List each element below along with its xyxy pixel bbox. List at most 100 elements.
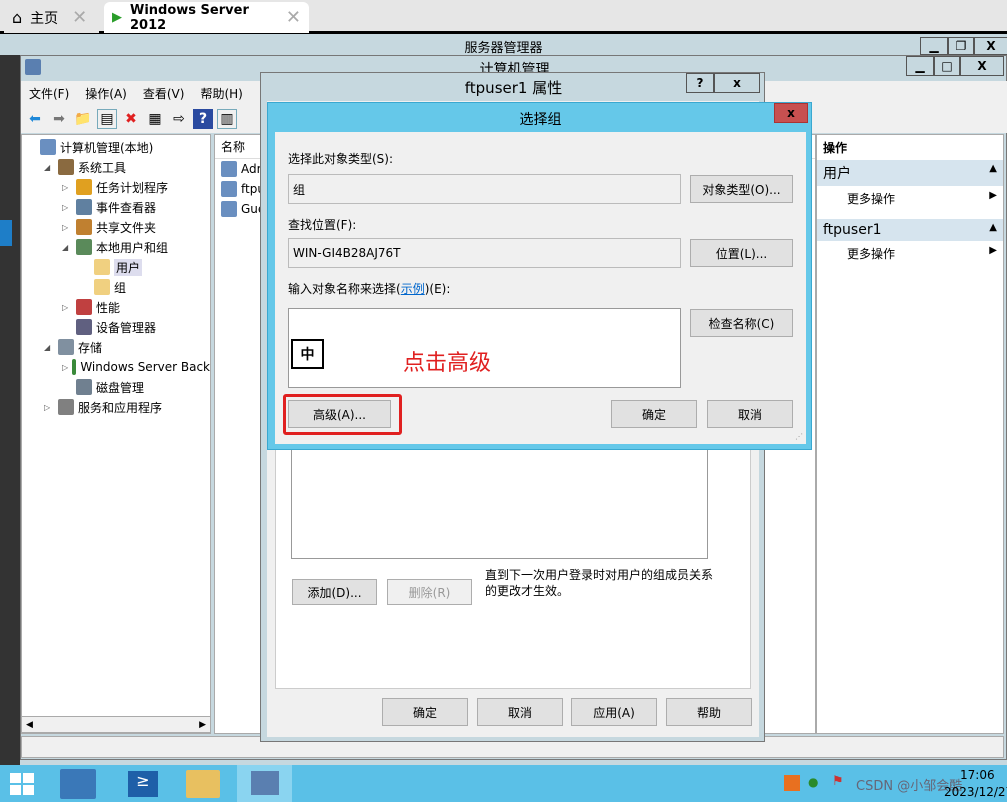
- user-icon: [221, 201, 237, 217]
- clock-time[interactable]: 17:06: [960, 768, 995, 782]
- action-center-flag-icon[interactable]: ⚑: [832, 774, 844, 789]
- more-actions[interactable]: 更多操作 ▶: [817, 186, 1003, 211]
- tree-node-icon: [76, 379, 92, 395]
- expand-icon[interactable]: ◢: [62, 243, 72, 252]
- actions-group-users[interactable]: 用户 ▲: [817, 160, 1003, 186]
- tree-node-icon: [76, 319, 92, 335]
- close-icon[interactable]: ✕: [286, 7, 301, 28]
- maximize-button[interactable]: □: [934, 56, 960, 76]
- cancel-button[interactable]: 取消: [707, 400, 793, 428]
- annotation-text: 点击高级: [403, 351, 492, 376]
- home-icon: ⌂: [12, 8, 23, 27]
- expand-icon[interactable]: ▷: [62, 303, 72, 312]
- expand-icon[interactable]: ▷: [62, 203, 72, 212]
- tree-node-icon: [72, 359, 77, 375]
- location-label: 查找位置(F):: [288, 218, 357, 232]
- minimize-button[interactable]: ▁: [906, 56, 934, 76]
- close-button[interactable]: x: [714, 73, 760, 93]
- menu-action[interactable]: 操作(A): [85, 85, 127, 102]
- tree-item[interactable]: 计算机管理(本地): [22, 137, 210, 157]
- apply-button[interactable]: 应用(A): [571, 698, 657, 726]
- tab-windows-server[interactable]: ▶ Windows Server 2012 ✕: [104, 2, 309, 33]
- close-button[interactable]: x: [774, 103, 808, 123]
- delete-icon[interactable]: ✖: [121, 109, 141, 129]
- network-icon[interactable]: ●: [808, 775, 818, 789]
- remove-button[interactable]: 删除(R): [387, 579, 472, 605]
- close-icon[interactable]: ✕: [72, 7, 87, 28]
- object-types-button[interactable]: 对象类型(O)...: [690, 175, 793, 203]
- expand-icon[interactable]: ▷: [44, 403, 54, 412]
- forward-icon[interactable]: ➡: [49, 109, 69, 129]
- tree-node-icon: [76, 219, 92, 235]
- minimize-button[interactable]: ▁: [920, 37, 948, 55]
- member-of-list[interactable]: [291, 431, 708, 559]
- tree-node-icon: [94, 259, 110, 275]
- export-icon[interactable]: ⇨: [169, 109, 189, 129]
- start-button[interactable]: [10, 773, 34, 795]
- tab-home[interactable]: ⌂ 主页 ✕: [4, 2, 99, 33]
- tree-item[interactable]: ◢ 系统工具: [22, 157, 210, 177]
- tree-item[interactable]: ▷ 任务计划程序: [22, 177, 210, 197]
- tree-node-icon: [40, 139, 56, 155]
- tree-item[interactable]: ▷ Windows Server Back: [22, 357, 210, 377]
- tree-item[interactable]: 组: [22, 277, 210, 297]
- tree-item[interactable]: ◢ 本地用户和组: [22, 237, 210, 257]
- tree-item[interactable]: 磁盘管理: [22, 377, 210, 397]
- more-actions[interactable]: 更多操作 ▶: [817, 241, 1003, 266]
- action-pane-icon[interactable]: ▥: [217, 109, 237, 129]
- file-explorer-icon[interactable]: [186, 770, 220, 798]
- navigation-tree: 计算机管理(本地) ◢ 系统工具 ▷ 任务计划程序 ▷ 事件查看器 ▷ 共享文件夹 ◢ 本地用户和组…: [21, 134, 211, 734]
- close-button[interactable]: X: [960, 56, 1004, 76]
- cancel-button[interactable]: 取消: [477, 698, 563, 726]
- tree-node-icon: [76, 179, 92, 195]
- powershell-icon[interactable]: ≥: [128, 771, 158, 797]
- tree-node-icon: [58, 399, 74, 415]
- tree-item[interactable]: ▷ 共享文件夹: [22, 217, 210, 237]
- tree-item[interactable]: ▷ 服务和应用程序: [22, 397, 210, 417]
- menu-view[interactable]: 查看(V): [143, 85, 185, 102]
- properties-icon[interactable]: ▦: [145, 109, 165, 129]
- ok-button[interactable]: 确定: [611, 400, 697, 428]
- menu-file[interactable]: 文件(F): [29, 85, 69, 102]
- add-button[interactable]: 添加(D)...: [292, 579, 377, 605]
- tree-item[interactable]: ▷ 性能: [22, 297, 210, 317]
- tree-node-icon: [58, 339, 74, 355]
- examples-link[interactable]: 示例: [401, 282, 425, 296]
- help-icon[interactable]: ?: [193, 109, 213, 129]
- expand-icon[interactable]: ▷: [62, 223, 72, 232]
- actions-pane: 操作 用户 ▲ 更多操作 ▶ ftpuser1 ▲ 更多操作 ▶: [816, 134, 1004, 734]
- advanced-button[interactable]: 高级(A)...: [288, 400, 391, 428]
- show-tree-icon[interactable]: ▤: [97, 109, 117, 129]
- tray-icon[interactable]: [784, 775, 800, 791]
- expand-icon[interactable]: ◢: [44, 163, 54, 172]
- help-button[interactable]: ?: [686, 73, 714, 93]
- expand-icon[interactable]: ▷: [62, 183, 72, 192]
- tree-item[interactable]: 用户: [22, 257, 210, 277]
- up-folder-icon[interactable]: 📁: [73, 109, 93, 129]
- server-manager-controls: ▁ ❐ X: [920, 37, 1007, 55]
- restore-button[interactable]: ❐: [948, 37, 974, 55]
- back-icon[interactable]: ⬅: [25, 109, 45, 129]
- close-button[interactable]: X: [974, 37, 1007, 55]
- tree-item[interactable]: ▷ 事件查看器: [22, 197, 210, 217]
- clock-date[interactable]: 2023/12/27: [944, 785, 1007, 799]
- tree-item[interactable]: ◢ 存储: [22, 337, 210, 357]
- help-button[interactable]: 帮助: [666, 698, 752, 726]
- expand-icon[interactable]: ▷: [62, 363, 68, 372]
- computer-management-taskbar-icon[interactable]: [237, 765, 292, 802]
- menu-help[interactable]: 帮助(H): [200, 85, 242, 102]
- tree-node-icon: [76, 239, 92, 255]
- actions-group-ftpuser1[interactable]: ftpuser1 ▲: [817, 219, 1003, 241]
- tree-node-icon: [58, 159, 74, 175]
- dialog-title: 选择组: [519, 112, 562, 128]
- resize-grip[interactable]: ⋰: [795, 432, 803, 441]
- ok-button[interactable]: 确定: [382, 698, 468, 726]
- tree-item[interactable]: 设备管理器: [22, 317, 210, 337]
- user-icon: [221, 181, 237, 197]
- horizontal-scrollbar[interactable]: ◀ ▶: [21, 716, 211, 733]
- expand-icon[interactable]: ◢: [44, 343, 54, 352]
- object-type-label: 选择此对象类型(S):: [288, 152, 394, 166]
- check-names-button[interactable]: 检查名称(C): [690, 309, 793, 337]
- server-manager-taskbar-icon[interactable]: [60, 769, 96, 799]
- locations-button[interactable]: 位置(L)...: [690, 239, 793, 267]
